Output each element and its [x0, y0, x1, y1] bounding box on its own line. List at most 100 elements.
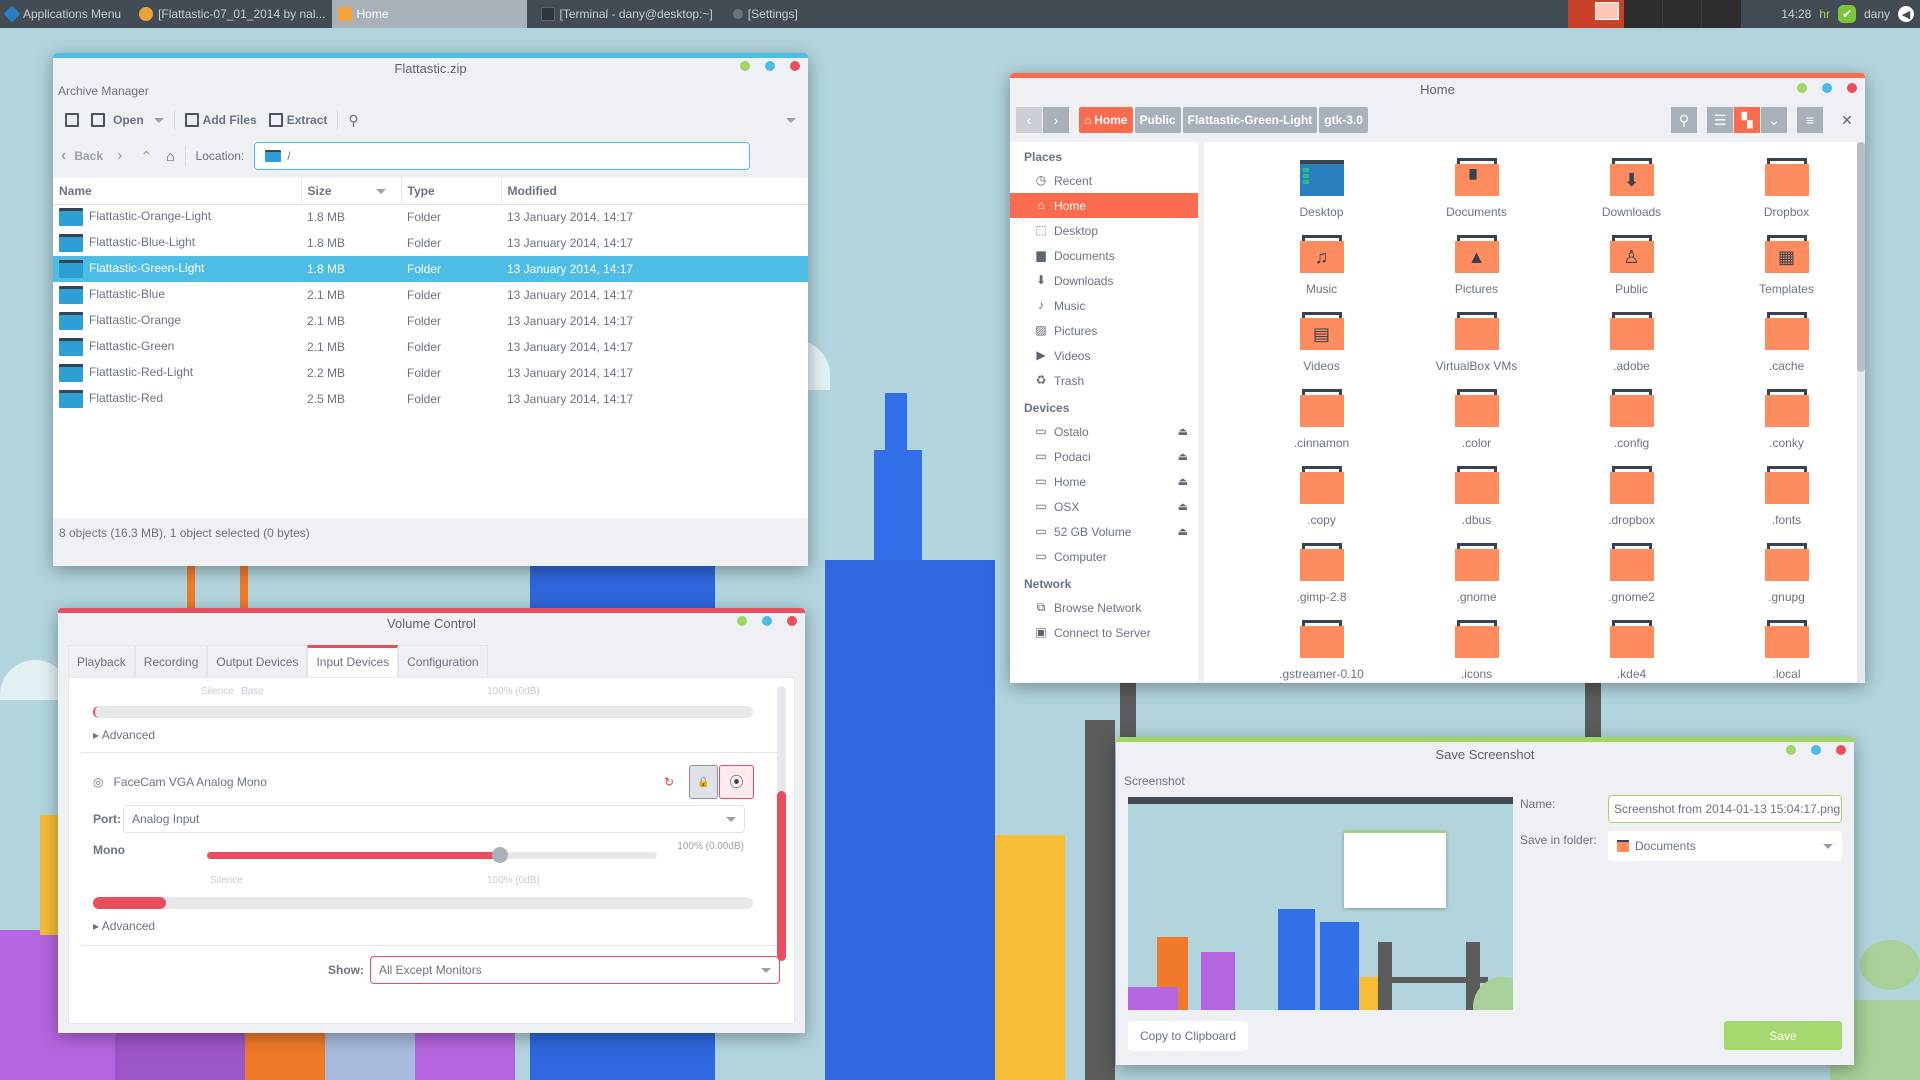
volume-slider-handle[interactable]	[491, 847, 508, 863]
file-item[interactable]: ▘ Documents	[1399, 156, 1554, 233]
file-item[interactable]: .dbus	[1399, 464, 1554, 541]
workspace-3[interactable]	[1663, 0, 1702, 28]
maximize-button[interactable]	[1811, 745, 1821, 755]
file-item[interactable]: .kde4	[1554, 618, 1709, 682]
eject-icon[interactable]: ⏏	[1178, 425, 1188, 438]
file-item[interactable]: .gstreamer-0.10	[1244, 618, 1399, 682]
new-archive-button[interactable]	[59, 113, 85, 127]
tab-recording[interactable]: Recording	[134, 645, 208, 677]
table-row[interactable]: Flattastic-Blue-Light 1.8 MB Folder 13 Janu…	[53, 230, 808, 256]
close-button[interactable]	[1847, 83, 1857, 93]
table-row[interactable]: Flattastic-Green 2.1 MB Folder 13 January 2…	[53, 334, 808, 360]
workspace-4[interactable]	[1702, 0, 1741, 28]
folder-select[interactable]: Documents	[1608, 831, 1842, 861]
tab-configuration[interactable]: Configuration	[398, 645, 488, 677]
open-button[interactable]: Open	[85, 113, 170, 127]
scrollbar[interactable]	[1857, 142, 1865, 682]
close-button[interactable]	[790, 61, 800, 71]
file-item[interactable]: .fonts	[1709, 464, 1864, 541]
file-item[interactable]: Desktop	[1244, 156, 1399, 233]
mute-toggle[interactable]: ⦿	[719, 765, 754, 799]
sidebar-item-trash[interactable]: ♻ Trash	[1010, 368, 1198, 393]
advanced-expander[interactable]: ▸ Advanced	[93, 728, 774, 742]
workspace-1[interactable]	[1568, 0, 1624, 28]
port-select[interactable]: Analog Input	[123, 805, 745, 833]
maximize-button[interactable]	[765, 61, 775, 71]
file-item[interactable]: ⬇ Downloads	[1554, 156, 1709, 233]
file-item[interactable]: ▤ Videos	[1244, 310, 1399, 387]
advanced-expander[interactable]: ▸ Advanced	[93, 919, 774, 933]
file-item[interactable]: .local	[1709, 618, 1864, 682]
column-size[interactable]: Size	[301, 178, 402, 205]
tab-playback[interactable]: Playback	[68, 645, 135, 677]
menu-button[interactable]: ≡	[1797, 107, 1823, 133]
show-select[interactable]: All Except Monitors	[370, 956, 780, 984]
taskbar-item-terminal[interactable]: [Terminal - dany@desktop:~]	[535, 0, 719, 28]
up-button[interactable]: ⌃	[140, 148, 152, 165]
tab-input-devices[interactable]: Input Devices	[307, 645, 399, 677]
file-item[interactable]: ♙ Public	[1554, 233, 1709, 310]
eject-icon[interactable]: ⏏	[1178, 525, 1188, 538]
scrollbar-thumb[interactable]	[1857, 142, 1865, 372]
sidebar-item-home[interactable]: ⌂ Home	[1010, 193, 1198, 218]
list-view-button[interactable]: ☰	[1707, 107, 1733, 133]
scrollbar[interactable]	[777, 686, 786, 961]
file-item[interactable]: .dropbox	[1554, 464, 1709, 541]
table-row[interactable]: Flattastic-Blue 2.1 MB Folder 13 January 20…	[53, 282, 808, 308]
forward-button[interactable]: ›	[117, 147, 122, 165]
search-button[interactable]: ⚲	[342, 112, 364, 129]
copy-to-clipboard-button[interactable]: Copy to Clipboard	[1128, 1021, 1248, 1051]
sidebar-item-downloads[interactable]: ⬇ Downloads	[1010, 268, 1198, 293]
default-device-icon[interactable]: ↻	[664, 775, 674, 789]
view-options-button[interactable]: ⌄	[1761, 107, 1787, 133]
applications-menu[interactable]: Applications Menu	[0, 0, 127, 28]
sidebar-item-device[interactable]: ▭ Ostalo ⏏	[1010, 419, 1198, 444]
column-modified[interactable]: Modified	[501, 178, 808, 205]
workspace-2[interactable]	[1624, 0, 1663, 28]
file-item[interactable]: .cinnamon	[1244, 387, 1399, 464]
sidebar-item-desktop[interactable]: ⬚ Desktop	[1010, 218, 1198, 243]
file-item[interactable]: .copy	[1244, 464, 1399, 541]
logout-icon[interactable]: ◀	[1898, 6, 1914, 22]
minimize-button[interactable]	[737, 616, 747, 626]
back-button[interactable]: ‹	[1016, 107, 1042, 133]
location-input[interactable]: /	[254, 142, 751, 170]
taskbar-item-settings[interactable]: [Settings]	[727, 0, 804, 28]
file-item[interactable]: Dropbox	[1709, 156, 1864, 233]
file-item[interactable]: .gnome2	[1554, 541, 1709, 618]
home-button[interactable]: ⌂	[166, 148, 174, 164]
close-icon[interactable]: ✕	[1837, 112, 1857, 129]
close-button[interactable]	[1836, 745, 1846, 755]
file-item[interactable]: .color	[1399, 387, 1554, 464]
status-ok-icon[interactable]: ✔	[1837, 5, 1856, 23]
table-row[interactable]: Flattastic-Red-Light 2.2 MB Folder 13 Janua…	[53, 360, 808, 386]
scrollbar-thumb[interactable]	[777, 791, 786, 961]
file-item[interactable]: .icons	[1399, 618, 1554, 682]
sidebar-item-device[interactable]: ▭ Home ⏏	[1010, 469, 1198, 494]
back-button[interactable]: ‹ Back	[61, 147, 103, 165]
maximize-button[interactable]	[762, 616, 772, 626]
minimize-button[interactable]	[1786, 745, 1796, 755]
name-input[interactable]: Screenshot from 2014-01-13 15:04:17.png	[1608, 795, 1842, 823]
taskbar-item-home[interactable]: Home	[331, 0, 527, 28]
sidebar-item-network[interactable]: ⧉ Browse Network	[1010, 595, 1198, 620]
sidebar-item-videos[interactable]: ▶ Videos	[1010, 343, 1198, 368]
breadcrumb-item[interactable]: ⌂ Home	[1079, 107, 1133, 133]
file-item[interactable]: ♫ Music	[1244, 233, 1399, 310]
file-item[interactable]: .config	[1554, 387, 1709, 464]
file-item[interactable]: ▲ Pictures	[1399, 233, 1554, 310]
eject-icon[interactable]: ⏏	[1178, 500, 1188, 513]
breadcrumb-item[interactable]: gtk-3.0	[1319, 107, 1368, 133]
sidebar-item-music[interactable]: ♪ Music	[1010, 293, 1198, 318]
minimize-button[interactable]	[740, 61, 750, 71]
table-row[interactable]: Flattastic-Orange 2.1 MB Folder 13 January …	[53, 308, 808, 334]
save-button[interactable]: Save	[1724, 1021, 1842, 1050]
sidebar-item-network[interactable]: ▣ Connect to Server	[1010, 620, 1198, 645]
table-row[interactable]: Flattastic-Green-Light 1.8 MB Folder 13 Jan…	[53, 256, 808, 282]
close-button[interactable]	[787, 616, 797, 626]
file-item[interactable]: .gimp-2.8	[1244, 541, 1399, 618]
add-files-button[interactable]: Add Files	[179, 113, 263, 127]
search-button[interactable]: ⚲	[1671, 107, 1697, 133]
taskbar-item-browser[interactable]: [Flattastic-07_01_2014 by nal...	[133, 0, 331, 28]
breadcrumb-item[interactable]: Public	[1134, 107, 1181, 133]
